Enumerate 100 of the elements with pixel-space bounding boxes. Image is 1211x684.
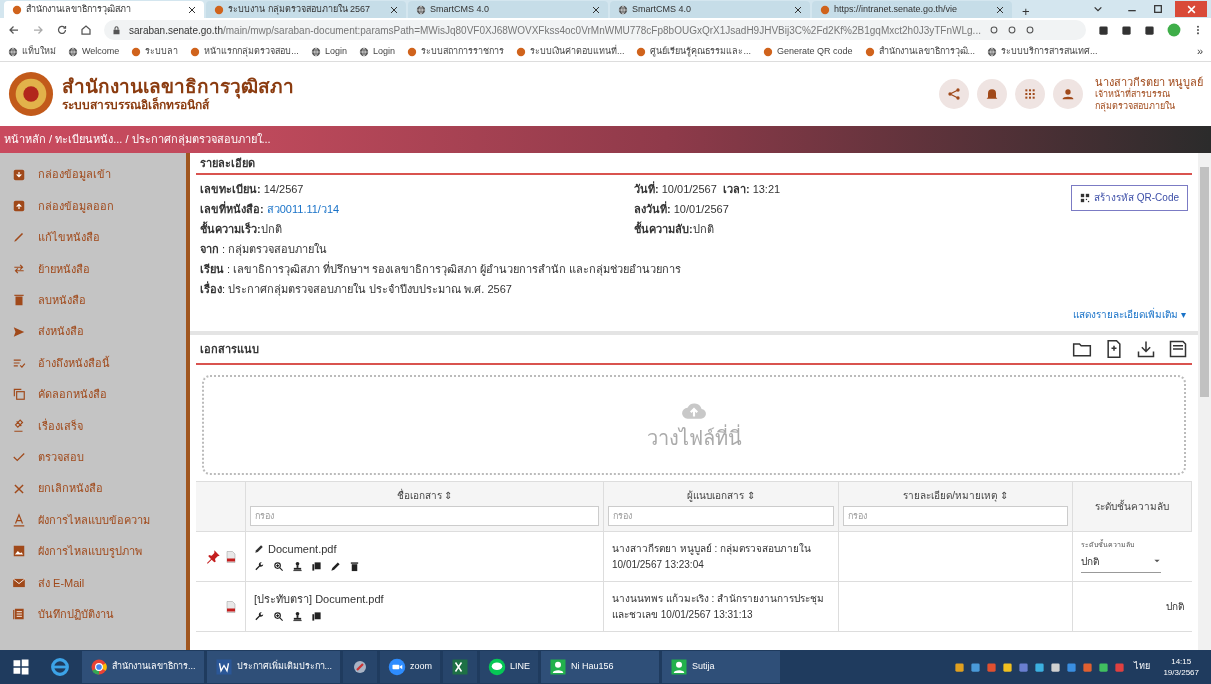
sidebar-item[interactable]: แก้ไขหนังสือ	[0, 221, 186, 254]
back-icon[interactable]	[8, 24, 20, 36]
sidebar-item[interactable]: กล่องข้อมูลออก	[0, 190, 186, 222]
stamp-icon[interactable]	[292, 611, 303, 623]
browser-tab[interactable]: SmartCMS 4.0	[610, 1, 810, 18]
sidebar-item[interactable]: ย้ายหนังสือ	[0, 253, 186, 285]
sidebar-item[interactable]: ตรวจสอบ	[0, 441, 186, 473]
more-bookmarks-button[interactable]: »	[1196, 43, 1203, 60]
profile-avatar[interactable]	[1167, 23, 1181, 37]
bookmark[interactable]: Welcome	[68, 44, 120, 59]
tray-icon[interactable]	[1034, 661, 1046, 673]
download-icon[interactable]	[1136, 339, 1156, 359]
wrench-icon[interactable]	[254, 561, 265, 573]
pin-icon[interactable]	[205, 548, 221, 565]
browser-e-icon[interactable]	[49, 656, 71, 678]
sidebar-item[interactable]: บันทึกปฏิบัติงาน	[0, 598, 186, 630]
chevron-icon[interactable]	[1093, 4, 1103, 14]
file-name[interactable]: Document.pdf	[268, 540, 337, 558]
taskbar-button[interactable]: Ni Hau156	[541, 651, 660, 683]
new-tab-button[interactable]: +	[1014, 5, 1038, 18]
sidebar-item[interactable]: ผังการไหลแบบรูปภาพ	[0, 535, 186, 568]
bookmark[interactable]: ระบบเงินค่าตอบแทนที่...	[515, 44, 625, 59]
home-icon[interactable]	[80, 24, 92, 36]
bookmark[interactable]: Login	[358, 44, 395, 59]
tray-icon[interactable]	[1050, 661, 1062, 673]
scanner-icon[interactable]	[1168, 339, 1188, 359]
bookmark[interactable]: ระบบบริการสารสนเทศ...	[987, 44, 1098, 59]
share-button[interactable]	[938, 79, 969, 109]
close-icon[interactable]	[390, 5, 398, 14]
column-header[interactable]: รายละเอียด/หมายเหตุ ⇕	[903, 487, 1008, 503]
close-icon[interactable]	[996, 5, 1004, 14]
browser-tab[interactable]: SmartCMS 4.0	[408, 1, 608, 18]
copy-icon[interactable]	[311, 611, 322, 623]
browser-tab[interactable]: https://intranet.senate.go.th/vie	[812, 1, 1012, 18]
tray-icon[interactable]	[954, 661, 966, 673]
bookmark[interactable]: ระบบลา	[131, 44, 179, 59]
taskbar-button[interactable]: สำนักงานเลขาธิการ...	[82, 651, 204, 683]
filter-field[interactable]: กรอง	[843, 505, 1068, 526]
tray-icon[interactable]	[1018, 661, 1030, 673]
bell-button[interactable]	[976, 79, 1007, 109]
breadcrumb-text[interactable]: หน้าหลัก / ทะเบียนหนัง... / ประกาศกลุ่มตรวจสอบภายใ...	[4, 131, 271, 148]
taskbar-button[interactable]: LINE	[480, 651, 539, 683]
sidebar-item[interactable]: ส่งหนังสือ	[0, 315, 186, 348]
zoom-in-icon[interactable]	[273, 561, 284, 573]
column-header[interactable]: ระดับชั้นความลับ	[1095, 499, 1169, 514]
close-icon[interactable]	[794, 5, 802, 14]
zoom-in-icon[interactable]	[273, 611, 284, 623]
language-indicator[interactable]: ไทย	[1134, 660, 1151, 674]
user-button[interactable]	[1052, 79, 1083, 109]
sidebar-item[interactable]: ผังการไหลแบบข้อความ	[0, 504, 186, 536]
copy-icon[interactable]	[311, 561, 322, 573]
stamp-icon[interactable]	[292, 561, 303, 573]
browser-tab[interactable]: ระบบงาน กลุ่มตรวจสอบภายใน 2567	[206, 1, 406, 18]
tray-icon[interactable]	[970, 661, 982, 673]
filter-field[interactable]: กรอง	[608, 505, 834, 526]
browser-tab[interactable]: สำนักงานเลขาธิการวุฒิสภา	[4, 1, 204, 18]
pencil-icon[interactable]	[254, 544, 264, 554]
column-header[interactable]: ชื่อเอกสาร ⇕	[396, 487, 453, 503]
taskbar-button[interactable]: zoom	[380, 651, 441, 683]
maximize-icon[interactable]	[1153, 4, 1163, 14]
taskbar-clock[interactable]: 14:15 19/3/2567	[1163, 656, 1199, 678]
sidebar-item[interactable]: ยกเลิกหนังสือ	[0, 472, 186, 505]
sidebar-item[interactable]: ส่ง E-Mail	[0, 567, 186, 599]
filter-field[interactable]: กรอง	[250, 505, 599, 526]
file-name[interactable]: [ประทับตรา] Document.pdf	[254, 590, 384, 608]
secrecy-select[interactable]: ปกติ	[1081, 550, 1161, 573]
tray-icon[interactable]	[1098, 661, 1110, 673]
bookmark[interactable]: หน้าแรกกลุ่มตรวจสอบ...	[190, 44, 299, 59]
bookmark[interactable]: Login	[310, 44, 347, 59]
apps-grid-button[interactable]	[1014, 79, 1045, 109]
sidebar-item[interactable]: เรื่องเสร็จ	[0, 410, 186, 442]
sidebar-item[interactable]: ลบหนังสือ	[0, 284, 186, 316]
bookmark[interactable]: สำนักงานเลขาธิการวุฒิ...	[864, 44, 976, 59]
file-plus-icon[interactable]	[1104, 339, 1124, 359]
tray-icon[interactable]	[1002, 661, 1014, 673]
taskbar-button[interactable]	[443, 651, 478, 683]
pdf-file-icon[interactable]	[225, 599, 237, 614]
trash-icon[interactable]	[349, 561, 360, 573]
bookmark[interactable]: แท็บใหม่	[8, 44, 56, 59]
qr-code-button[interactable]: สร้างรหัส QR-Code	[1071, 185, 1188, 211]
column-header[interactable]: ผู้แนบเอกสาร ⇕	[687, 487, 755, 503]
close-icon[interactable]	[592, 5, 600, 14]
bookmark[interactable]: ระบบสถาการราชการ	[406, 44, 504, 59]
taskbar-button[interactable]: ประกาศเพิ่มเติมประกา...	[206, 651, 341, 683]
close-button[interactable]	[1175, 1, 1207, 17]
scrollbar[interactable]	[1198, 153, 1211, 650]
tray-icon[interactable]	[1082, 661, 1094, 673]
windows-start-icon[interactable]	[12, 658, 30, 676]
pdf-file-icon[interactable]	[225, 549, 237, 564]
show-more-link[interactable]: แสดงรายละเอียดเพิ่มเติม ▾	[1073, 305, 1186, 325]
taskbar-button[interactable]	[343, 651, 378, 683]
bookmark[interactable]: Generate QR code	[762, 44, 853, 59]
sidebar-item[interactable]: คัดลอกหนังสือ	[0, 378, 186, 411]
taskbar-button[interactable]: Sutija	[662, 651, 781, 683]
sidebar-item[interactable]: อ้างถึงหนังสือนี้	[0, 347, 186, 379]
sidebar-item[interactable]: กล่องข้อมูลเข้า	[0, 159, 186, 191]
reload-icon[interactable]	[56, 24, 68, 36]
address-bar[interactable]: saraban.senate.go.th/main/mwp/saraban-document:paramsPath=MWisJq80VF0XJ68WOVXFkss4oc0VrMnWMU778cFp8bOUGxQrX1JsadH9JHVBij3C%2Fd2Kf%2B1gqMxct2h0J3yTFnWLg...	[104, 20, 1086, 40]
bookmark[interactable]: ศูนย์เรียนรู้คุณธรรมและ...	[636, 44, 751, 59]
wrench-icon[interactable]	[254, 611, 265, 623]
